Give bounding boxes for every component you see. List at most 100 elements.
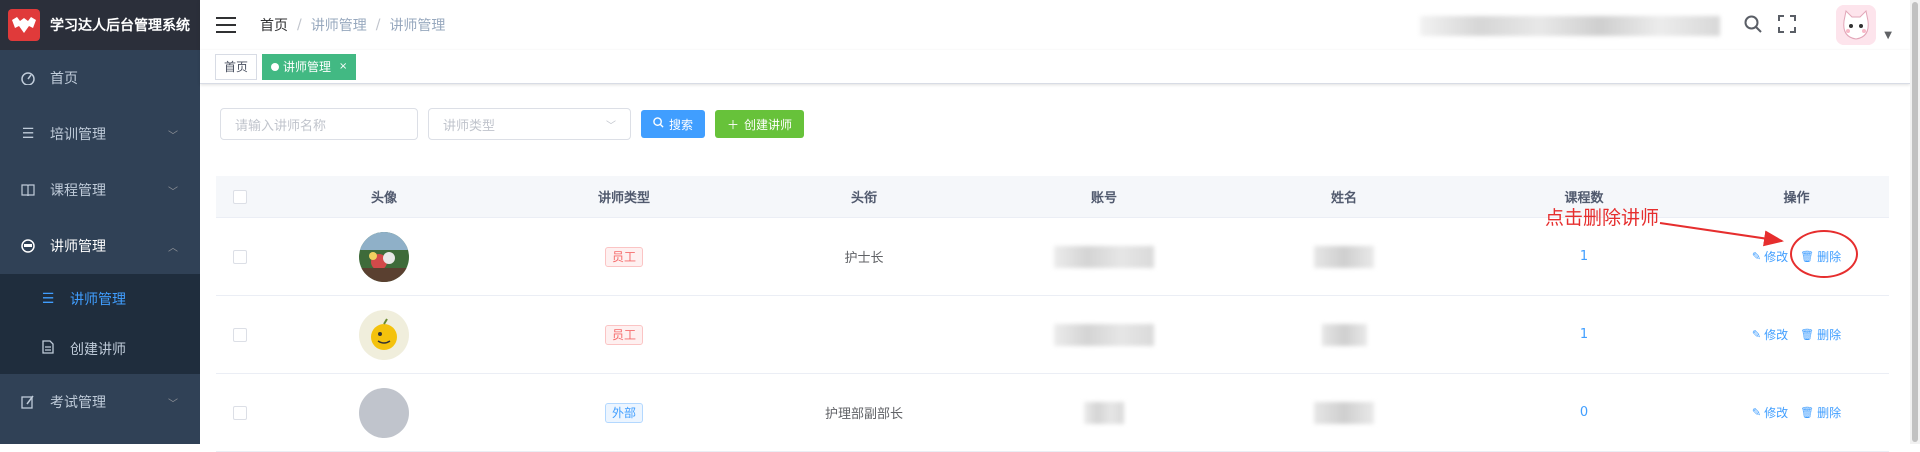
column-header: 姓名 xyxy=(1330,191,1357,206)
active-dot-icon xyxy=(271,62,280,71)
blurred-name xyxy=(1314,245,1374,268)
fullscreen-icon[interactable] xyxy=(1778,15,1796,38)
course-count-link[interactable]: 0 xyxy=(1580,405,1588,420)
delete-button[interactable]: 🗑 删除 xyxy=(1800,404,1841,421)
button-label: 删除 xyxy=(1817,328,1842,342)
tags-view: 首页 讲师管理 × xyxy=(200,50,1910,84)
blurred-account xyxy=(1054,323,1154,346)
button-label: 删除 xyxy=(1817,406,1842,420)
sidebar-item-label: 讲师管理 xyxy=(70,292,126,308)
chevron-down-icon: ﹀ xyxy=(606,120,616,132)
search-icon xyxy=(653,117,664,131)
edit-button[interactable]: ✎ 修改 xyxy=(1752,404,1788,421)
trash-icon: 🗑 xyxy=(1800,406,1815,419)
teacher-avatar xyxy=(359,387,409,438)
sidebar-item-exam[interactable]: 考试管理 ﹀ xyxy=(0,374,200,430)
blurred-account xyxy=(1084,401,1124,424)
teacher-title: 护理部副部长 xyxy=(824,407,903,422)
chevron-down-icon: ﹀ xyxy=(168,186,178,198)
blurred-account xyxy=(1054,245,1154,268)
table-row: 员工 1 ✎ 修改 🗑 删除 xyxy=(216,296,1889,374)
vertical-scrollbar[interactable] xyxy=(1910,0,1920,444)
annotation-text: 点击删除讲师 xyxy=(1545,207,1660,229)
sidebar-item-label: 考试管理 xyxy=(50,395,106,411)
column-header: 头像 xyxy=(370,191,397,206)
teacher-type-select[interactable]: 讲师类型 ﹀ xyxy=(428,108,631,140)
blurred-name xyxy=(1321,323,1367,346)
teacher-icon xyxy=(20,238,36,254)
edit-button[interactable]: ✎ 修改 xyxy=(1752,326,1788,343)
document-icon xyxy=(40,340,56,358)
chevron-up-icon: ︿ xyxy=(168,242,178,254)
caret-down-icon[interactable]: ▼ xyxy=(1884,30,1892,41)
filter-bar: 请输入讲师名称 讲师类型 ﹀ 搜索 ＋ 创建讲师 xyxy=(220,108,814,140)
breadcrumb-separator: / xyxy=(297,17,302,33)
teacher-submenu: ☰ 讲师管理 创建讲师 xyxy=(0,274,200,374)
trash-icon: 🗑 xyxy=(1800,328,1815,341)
tab-label: 讲师管理 xyxy=(283,59,332,74)
hamburger-icon[interactable] xyxy=(216,15,236,35)
edit-button[interactable]: ✎ 修改 xyxy=(1752,248,1788,265)
user-avatar[interactable] xyxy=(1836,5,1876,45)
breadcrumb-home[interactable]: 首页 xyxy=(260,15,288,35)
app-title: 学习达人后台管理系统 xyxy=(50,18,190,34)
edit-icon xyxy=(20,394,36,410)
list-icon: ☰ xyxy=(41,291,55,307)
delete-button[interactable]: 🗑 删除 xyxy=(1800,326,1841,343)
sidebar: 学习达人后台管理系统 首页 ☰ 培训管理 ﹀ 课程管理 ﹀ 讲师管理 ︿ ☰ 讲… xyxy=(0,0,200,444)
column-header: 操作 xyxy=(1783,191,1810,206)
breadcrumb: 首页 / 讲师管理 / 讲师管理 xyxy=(260,15,445,35)
sidebar-item-teacher[interactable]: 讲师管理 ︿ xyxy=(0,218,200,274)
blurred-name xyxy=(1314,401,1374,424)
teacher-type-badge: 员工 xyxy=(604,246,643,267)
plus-icon: ＋ xyxy=(727,117,740,132)
teacher-avatar xyxy=(359,309,409,360)
teacher-type-badge: 外部 xyxy=(604,402,643,423)
edit-icon: ✎ xyxy=(1751,328,1762,341)
sidebar-item-training[interactable]: ☰ 培训管理 ﹀ xyxy=(0,106,200,162)
course-count-link[interactable]: 1 xyxy=(1580,249,1588,264)
chevron-down-icon: ﹀ xyxy=(168,130,178,142)
breadcrumb-level1: 讲师管理 xyxy=(310,18,367,34)
sidebar-item-home[interactable]: 首页 xyxy=(0,50,200,106)
sidebar-item-course[interactable]: 课程管理 ﹀ xyxy=(0,162,200,218)
search-icon[interactable] xyxy=(1744,15,1762,38)
sidebar-item-label: 课程管理 xyxy=(50,183,106,199)
button-label: 搜索 xyxy=(669,117,694,132)
column-header: 头衔 xyxy=(850,191,877,206)
tab-teacher-management[interactable]: 讲师管理 × xyxy=(262,53,357,80)
teacher-avatar xyxy=(359,231,409,282)
list-icon: ☰ xyxy=(21,126,35,142)
blurred-header-info xyxy=(1420,16,1720,36)
annotation-circle xyxy=(1790,230,1858,278)
sidebar-item-label: 讲师管理 xyxy=(50,239,106,255)
sidebar-subitem-create-teacher[interactable]: 创建讲师 xyxy=(0,324,200,374)
button-label: 修改 xyxy=(1764,250,1789,264)
teacher-name-input[interactable]: 请输入讲师名称 xyxy=(220,108,418,140)
sidebar-item-label: 创建讲师 xyxy=(70,342,126,358)
button-label: 修改 xyxy=(1764,406,1789,420)
sidebar-subitem-teacher-list[interactable]: ☰ 讲师管理 xyxy=(0,274,200,324)
book-icon xyxy=(20,182,36,198)
search-button[interactable]: 搜索 xyxy=(641,110,706,138)
edit-icon: ✎ xyxy=(1751,250,1762,263)
create-teacher-button[interactable]: ＋ 创建讲师 xyxy=(715,110,805,138)
tab-label: 首页 xyxy=(224,59,249,74)
row-checkbox[interactable] xyxy=(233,327,247,342)
input-placeholder: 请输入讲师名称 xyxy=(235,118,327,134)
teacher-type-badge: 员工 xyxy=(604,324,643,345)
logo-area[interactable]: 学习达人后台管理系统 xyxy=(0,0,200,50)
row-checkbox[interactable] xyxy=(233,405,247,420)
table-row: 外部 护理部副部长 0 ✎ 修改 🗑 删除 xyxy=(216,374,1889,452)
select-all-checkbox[interactable] xyxy=(233,189,247,204)
logo-icon xyxy=(8,9,40,41)
chevron-down-icon: ﹀ xyxy=(168,398,178,410)
dashboard-icon xyxy=(20,70,36,86)
row-checkbox[interactable] xyxy=(233,249,247,264)
course-count-link[interactable]: 1 xyxy=(1580,327,1588,342)
sidebar-item-label: 培训管理 xyxy=(50,127,106,143)
edit-icon: ✎ xyxy=(1751,406,1762,419)
navbar: 首页 / 讲师管理 / 讲师管理 ▼ xyxy=(200,0,1910,50)
tab-home[interactable]: 首页 xyxy=(215,53,258,80)
close-icon[interactable]: × xyxy=(339,55,347,79)
